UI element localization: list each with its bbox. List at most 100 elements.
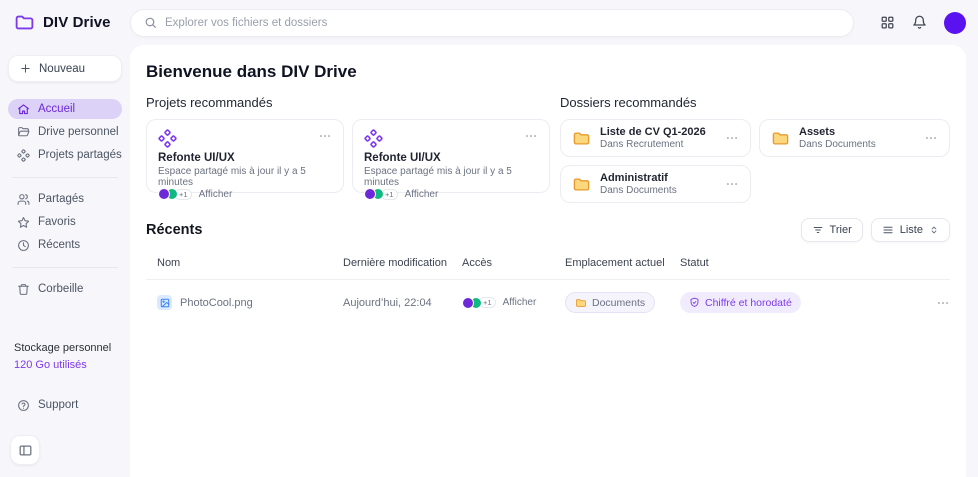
sidebar-nav-secondary: Partagés Favoris Récents (8, 189, 122, 258)
more-options-icon[interactable] (318, 129, 332, 143)
sort-button-label: Trier (829, 224, 852, 236)
show-members-link[interactable]: Afficher (199, 189, 233, 200)
status-badge: Chiffré et horodaté (680, 292, 801, 313)
main-content: Bienvenue dans DIV Drive Projets recomma… (130, 45, 966, 477)
sidebar-item-recents[interactable]: Récents (8, 235, 122, 255)
sidebar: Nouveau Accueil Drive personnel Projets … (0, 45, 130, 477)
show-members-link[interactable]: Afficher (405, 189, 439, 200)
user-avatar[interactable] (944, 11, 966, 34)
sidebar-item-label: Support (38, 399, 79, 411)
sidebar-item-label: Drive personnel (38, 126, 119, 138)
more-options-icon[interactable] (725, 131, 739, 145)
shield-check-icon (690, 297, 699, 307)
image-file-icon (157, 295, 172, 310)
view-mode-select[interactable]: Liste (870, 218, 950, 242)
search-icon (145, 17, 156, 28)
bell-icon[interactable] (912, 15, 927, 30)
sidebar-item-corbeille[interactable]: Corbeille (8, 279, 122, 299)
row-actions-cell (914, 296, 950, 310)
nodes-icon (364, 129, 383, 148)
file-name-cell: PhotoCool.png (157, 295, 343, 310)
projects-section-title: Projets recommandés (146, 95, 273, 110)
page-title: Bienvenue dans DIV Drive (146, 62, 357, 81)
clock-icon (18, 239, 29, 251)
sidebar-item-accueil[interactable]: Accueil (8, 99, 122, 119)
help-icon (18, 399, 29, 411)
sidebar-item-support[interactable]: Support (8, 395, 122, 415)
column-header-nom[interactable]: Nom (157, 257, 343, 269)
folder-open-icon (18, 126, 30, 136)
sidebar-divider (12, 267, 118, 268)
column-header-emplacement[interactable]: Emplacement actuel (565, 257, 680, 269)
folder-card[interactable]: Liste de CV Q1-2026 Dans Recrutement (560, 119, 751, 157)
storage-usage[interactable]: 120 Go utilisés (14, 359, 122, 371)
storage-title: Stockage personnel (14, 342, 112, 354)
status-label: Chiffré et horodaté (705, 296, 792, 309)
folder-card-subtitle: Dans Documents (600, 185, 677, 196)
view-mode-label: Liste (899, 224, 923, 236)
recents-actions: Trier Liste (800, 218, 950, 242)
sidebar-nav-trash: Corbeille (8, 279, 122, 302)
column-header-statut[interactable]: Statut (680, 257, 914, 269)
status-cell: Chiffré et horodaté (680, 292, 914, 313)
show-access-link[interactable]: Afficher (503, 297, 537, 308)
folder-icon (576, 298, 586, 307)
project-cards: Refonte UI/UX Espace partagé mis à jour … (146, 119, 550, 200)
project-card[interactable]: Refonte UI/UX Espace partagé mis à jour … (146, 119, 344, 200)
sidebar-item-label: Partagés (38, 193, 85, 205)
brand-logo[interactable]: DIV Drive (14, 12, 130, 33)
sidebar-item-label: Corbeille (38, 283, 84, 295)
sidebar-item-partages[interactable]: Partagés (8, 189, 122, 209)
folder-icon (573, 131, 590, 145)
modified-cell: Aujourd’hui, 22:04 (343, 296, 432, 309)
table-row[interactable]: PhotoCool.png Aujourd’hui, 22:04 +1 Affi… (146, 280, 950, 325)
search-input[interactable] (165, 16, 840, 29)
sidebar-item-label: Accueil (38, 103, 76, 115)
more-options-icon[interactable] (936, 296, 950, 310)
file-name: PhotoCool.png (180, 296, 253, 309)
new-button[interactable]: Nouveau (8, 55, 122, 82)
sidebar-item-projets-partages[interactable]: Projets partagés (8, 145, 122, 165)
project-card-members: +1 Afficher (364, 188, 538, 200)
folder-card[interactable]: Administratif Dans Documents (560, 165, 751, 203)
sidebar-item-label: Favoris (38, 216, 76, 228)
folders-section: Dossiers recommandés Liste de CV Q1-2026… (560, 95, 950, 203)
top-sections: Projets recommandés Refonte UI/UX Espace… (146, 95, 950, 203)
sidebar-item-label: Récents (38, 239, 81, 251)
project-card-members: +1 Afficher (158, 188, 332, 200)
column-header-modification[interactable]: Dernière modification (343, 257, 462, 269)
sort-button[interactable]: Trier (800, 218, 863, 242)
location-cell: Documents (565, 292, 680, 313)
projects-section: Projets recommandés Refonte UI/UX Espace… (146, 95, 550, 200)
more-options-icon[interactable] (725, 177, 739, 191)
home-icon (18, 103, 29, 114)
folder-card-title: Liste de CV Q1-2026 (600, 126, 706, 138)
more-options-icon[interactable] (924, 131, 938, 145)
folder-card[interactable]: Assets Dans Documents (759, 119, 950, 157)
member-avatar (364, 188, 376, 200)
apps-grid-icon[interactable] (880, 15, 895, 30)
column-header-acces[interactable]: Accès (462, 257, 565, 269)
storage-info: Stockage personnel 120 Go utilisés (8, 342, 122, 371)
body-row: Nouveau Accueil Drive personnel Projets … (0, 45, 978, 477)
folder-icon (573, 177, 590, 191)
plus-icon (21, 64, 30, 73)
location-badge[interactable]: Documents (565, 292, 656, 313)
sort-icon (813, 226, 822, 234)
folder-card-title: Assets (799, 126, 836, 138)
folder-card-subtitle: Dans Recrutement (600, 139, 684, 150)
collapse-sidebar-button[interactable] (10, 435, 40, 465)
star-icon (17, 216, 30, 228)
location-label: Documents (592, 296, 646, 309)
more-options-icon[interactable] (524, 129, 538, 143)
sidebar-item-drive-personnel[interactable]: Drive personnel (8, 122, 122, 142)
project-card-subtitle: Espace partagé mis à jour il y a 5 minut… (158, 166, 306, 188)
search-bar[interactable] (130, 8, 854, 37)
sidebar-divider (12, 177, 118, 178)
sidebar-item-favoris[interactable]: Favoris (8, 212, 122, 232)
chevron-up-down-icon (931, 226, 937, 234)
folder-logo-icon (15, 15, 34, 30)
access-cell: +1 Afficher (462, 296, 565, 309)
project-card[interactable]: Refonte UI/UX Espace partagé mis à jour … (352, 119, 550, 200)
folder-cards: Liste de CV Q1-2026 Dans Recrutement Ass… (560, 119, 950, 203)
